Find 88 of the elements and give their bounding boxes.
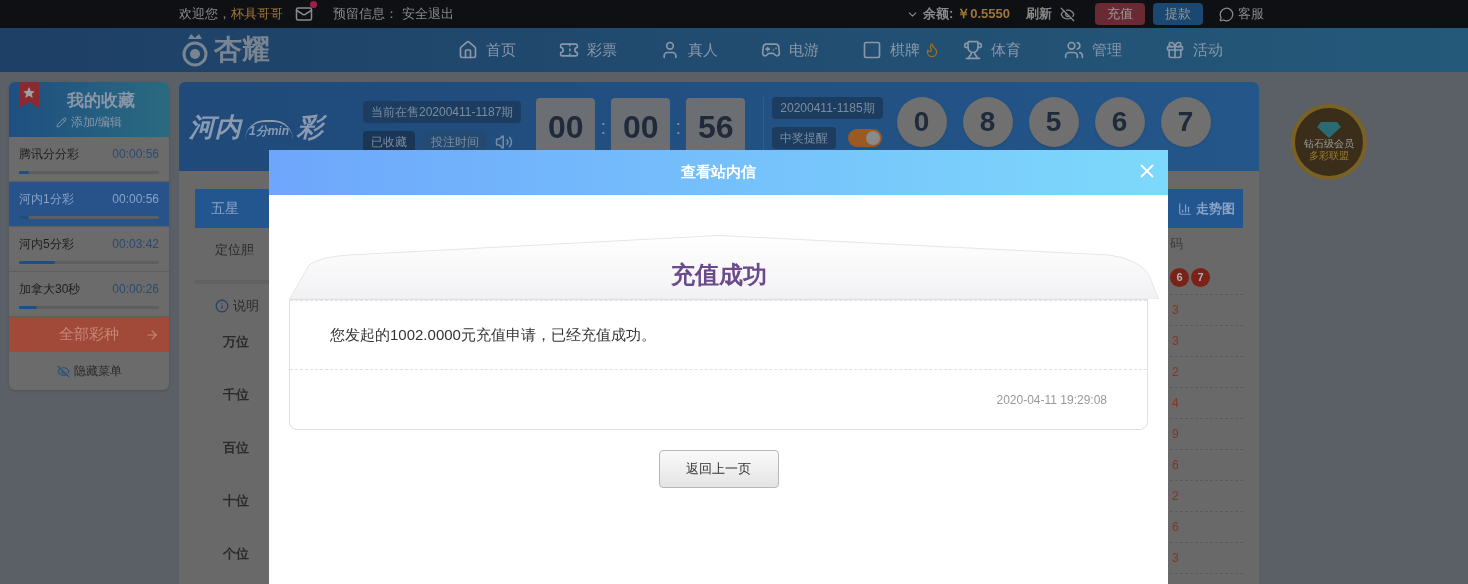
countdown-time: 00:00:56 bbox=[112, 146, 159, 163]
position-label: 千位 bbox=[222, 386, 249, 405]
nav-link[interactable]: 棋牌 bbox=[890, 38, 920, 62]
nav-link[interactable]: 彩票 bbox=[587, 38, 617, 62]
withdraw-button[interactable]: 提款 bbox=[1153, 3, 1203, 25]
tile-icon[interactable] bbox=[862, 40, 882, 60]
favorite-item[interactable]: 河内5分彩 00:03:42 bbox=[9, 227, 169, 272]
person-icon[interactable] bbox=[660, 40, 680, 60]
diamond-icon bbox=[1317, 121, 1341, 138]
position-label: 十位 bbox=[222, 492, 249, 511]
win-alert-toggle[interactable] bbox=[848, 128, 883, 147]
trend-chart-link[interactable]: 走势图 bbox=[1196, 198, 1235, 219]
refresh-link[interactable]: 刷新 bbox=[1026, 4, 1052, 24]
current-issue-label: 当前在售20200411-1187期 bbox=[363, 100, 522, 123]
sub-tab[interactable]: 定位胆 bbox=[215, 240, 254, 260]
history-number: 2 bbox=[1172, 364, 1179, 381]
eye-off-icon[interactable] bbox=[1060, 6, 1075, 22]
message-text: 您发起的1002.0000元充值申请，已经充值成功。 bbox=[330, 324, 656, 345]
history-number: 4 bbox=[1172, 395, 1179, 412]
message-heading: 充值成功 bbox=[670, 260, 767, 290]
favorite-item[interactable]: 腾讯分分彩 00:00:56 bbox=[9, 137, 169, 182]
favorite-item[interactable]: 加拿大30秒 00:00:26 bbox=[9, 272, 169, 317]
lottery-name: 腾讯分分彩 bbox=[19, 146, 79, 163]
nav-link[interactable]: 体育 bbox=[991, 38, 1021, 62]
username-link[interactable]: 杯具哥哥 bbox=[231, 4, 283, 24]
last-issue-label: 20200411-1185期 bbox=[772, 96, 883, 119]
speaker-icon[interactable] bbox=[495, 132, 513, 151]
position-label: 万位 bbox=[222, 333, 249, 352]
message-time: 2020-04-11 19:29:08 bbox=[996, 391, 1107, 409]
game-logo-sub: 1分min bbox=[245, 119, 293, 140]
nav-link[interactable]: 首页 bbox=[486, 38, 516, 62]
lottery-name: 河内1分彩 bbox=[19, 191, 74, 208]
chat-icon[interactable] bbox=[1219, 6, 1234, 22]
history-number: 3 bbox=[1172, 550, 1179, 567]
balance-value: ￥0.5550 bbox=[957, 5, 1010, 24]
history-number: 3 bbox=[1172, 302, 1179, 319]
pencil-icon[interactable] bbox=[55, 116, 67, 128]
game-logo-text: 河内 bbox=[189, 113, 241, 140]
deposit-button[interactable]: 充值 bbox=[1095, 3, 1145, 25]
home-icon[interactable] bbox=[458, 40, 478, 60]
win-alert-label: 中奖提醒 bbox=[772, 126, 837, 149]
people-icon[interactable] bbox=[1064, 40, 1084, 60]
bar-chart-icon[interactable] bbox=[1178, 201, 1192, 216]
badge-title: 钻石级会员 bbox=[1304, 137, 1354, 150]
hide-menu-link[interactable]: 隐藏菜单 bbox=[73, 362, 122, 380]
dialog-title: 查看站内信 bbox=[681, 162, 756, 183]
nav-link[interactable]: 活动 bbox=[1193, 38, 1223, 62]
logo-emblem-icon bbox=[180, 33, 210, 67]
all-lotteries-button[interactable]: 全部彩种 bbox=[9, 317, 169, 352]
history-number: 3 bbox=[1172, 333, 1179, 350]
bet-time-button[interactable]: 投注时间 bbox=[423, 130, 487, 153]
reserved-info-label: 预留信息： bbox=[333, 5, 398, 24]
history-number: 6 bbox=[1172, 457, 1179, 474]
gamepad-icon[interactable] bbox=[761, 40, 781, 60]
nav-link[interactable]: 真人 bbox=[688, 38, 718, 62]
countdown-separator: : bbox=[674, 115, 683, 140]
lottery-name: 加拿大30秒 bbox=[19, 281, 81, 298]
nav-link[interactable]: 电游 bbox=[789, 38, 819, 62]
favorite-item[interactable]: 河内1分彩 00:00:56 bbox=[9, 182, 169, 227]
support-link[interactable]: 客服 bbox=[1238, 4, 1264, 24]
badge-subtitle: 多彩联盟 bbox=[1309, 150, 1349, 163]
logo-text: 杏耀 bbox=[214, 36, 270, 64]
edit-link[interactable]: 添加/编辑 bbox=[70, 113, 123, 132]
history-number: 9 bbox=[1172, 426, 1179, 443]
gift-icon[interactable] bbox=[1165, 40, 1185, 60]
balance-label: 余额: bbox=[922, 5, 954, 24]
favorited-button[interactable]: 已收藏 bbox=[363, 130, 415, 153]
info-icon[interactable] bbox=[215, 298, 229, 313]
history-number: 6 bbox=[1172, 519, 1179, 536]
history-number: 2 bbox=[1172, 488, 1179, 505]
nav-link[interactable]: 管理 bbox=[1092, 38, 1122, 62]
trophy-icon[interactable] bbox=[963, 40, 983, 60]
play-tab[interactable]: 五星 bbox=[195, 189, 255, 228]
ticket-icon[interactable] bbox=[559, 40, 579, 60]
arrow-icon bbox=[145, 327, 159, 342]
position-label: 百位 bbox=[222, 439, 249, 458]
countdown-time: 00:00:26 bbox=[112, 281, 159, 298]
back-button[interactable]: 返回上一页 bbox=[658, 450, 779, 488]
info-link[interactable]: 说明 bbox=[233, 296, 259, 316]
position-label: 个位 bbox=[222, 545, 249, 564]
countdown-separator: : bbox=[599, 115, 608, 140]
bookmark-star-icon bbox=[19, 82, 39, 108]
lottery-name: 河内5分彩 bbox=[19, 236, 74, 253]
welcome-text: 欢迎您， bbox=[179, 5, 231, 24]
favorites-title: 我的收藏 bbox=[67, 89, 135, 112]
countdown-time: 00:03:42 bbox=[112, 236, 159, 253]
logout-link[interactable]: 安全退出 bbox=[402, 4, 454, 24]
countdown-time: 00:00:56 bbox=[112, 191, 159, 208]
